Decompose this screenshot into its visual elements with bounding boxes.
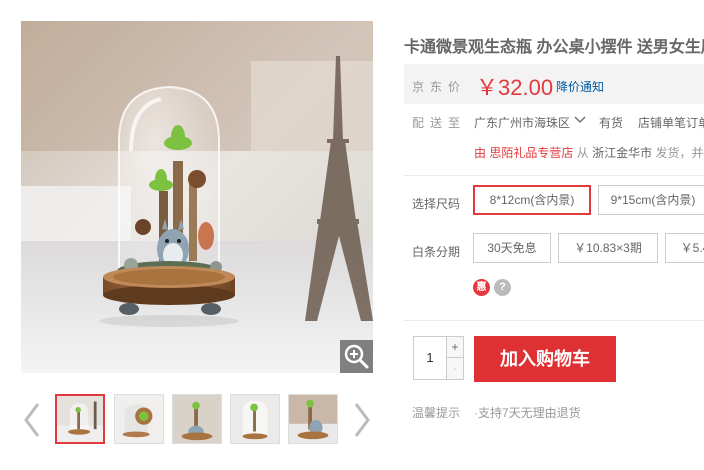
price-value: ￥32.00 bbox=[476, 75, 554, 100]
chevron-left-icon[interactable] bbox=[20, 400, 44, 440]
thumbnail-3[interactable] bbox=[172, 394, 222, 444]
shop-link[interactable]: 思陌礼品专营店 bbox=[489, 146, 573, 160]
divider bbox=[404, 175, 704, 176]
size-option-9x15[interactable]: 9*15cm(含内景) bbox=[598, 185, 704, 215]
tips-text: ·支持7天无理由退货 bbox=[474, 406, 581, 420]
price-alert-link[interactable]: 降价通知 bbox=[556, 78, 604, 95]
chevron-right-icon[interactable] bbox=[350, 400, 374, 440]
origin-text: 浙江金华市 bbox=[592, 146, 653, 160]
tips-label: 温馨提示 bbox=[412, 406, 461, 420]
thumbnail-2[interactable] bbox=[114, 394, 164, 444]
quantity-minus-button[interactable]: - bbox=[446, 357, 464, 380]
price-label: 京东价 bbox=[412, 80, 467, 94]
installment-option-30day[interactable]: 30天免息 bbox=[473, 233, 551, 263]
installment-option-more[interactable]: ￥5.4 bbox=[665, 233, 704, 263]
coupon-icon[interactable]: 惠 bbox=[473, 279, 490, 296]
installment-label: 白条分期 bbox=[412, 245, 461, 259]
installment-option-3[interactable]: ￥10.83×3期 bbox=[558, 233, 658, 263]
from-prefix: 由 bbox=[474, 146, 487, 160]
divider bbox=[404, 320, 704, 321]
product-title: 卡通微景观生态瓶 办公桌小摆件 送男女生朋 bbox=[404, 39, 704, 56]
size-label: 选择尺码 bbox=[412, 197, 461, 211]
shipping-area-selector[interactable]: 广东广州市海珠区 bbox=[474, 114, 570, 131]
from-middle: 从 bbox=[576, 146, 589, 160]
stock-status: 有货 bbox=[599, 116, 624, 130]
main-product-image bbox=[21, 21, 373, 373]
thumbnail-5[interactable] bbox=[288, 394, 338, 444]
seller-line: 由 思陌礼品专营店 从 浙江金华市 发货，并 bbox=[474, 144, 703, 161]
quantity-input[interactable]: 1 bbox=[413, 336, 447, 380]
shipping-label: 配送至 bbox=[412, 116, 467, 130]
size-option-8x12[interactable]: 8*12cm(含内景) bbox=[473, 185, 591, 215]
chevron-down-icon[interactable] bbox=[573, 114, 587, 126]
help-icon[interactable]: ? bbox=[494, 279, 511, 296]
zoom-icon[interactable] bbox=[340, 340, 373, 373]
quantity-plus-button[interactable]: + bbox=[446, 336, 464, 358]
thumbnail-1[interactable] bbox=[55, 394, 105, 444]
add-to-cart-button[interactable]: 加入购物车 bbox=[474, 336, 616, 382]
from-suffix: 发货，并 bbox=[655, 146, 704, 160]
thumbnail-4[interactable] bbox=[230, 394, 280, 444]
shipping-service: 店铺单笔订单 bbox=[638, 116, 704, 130]
